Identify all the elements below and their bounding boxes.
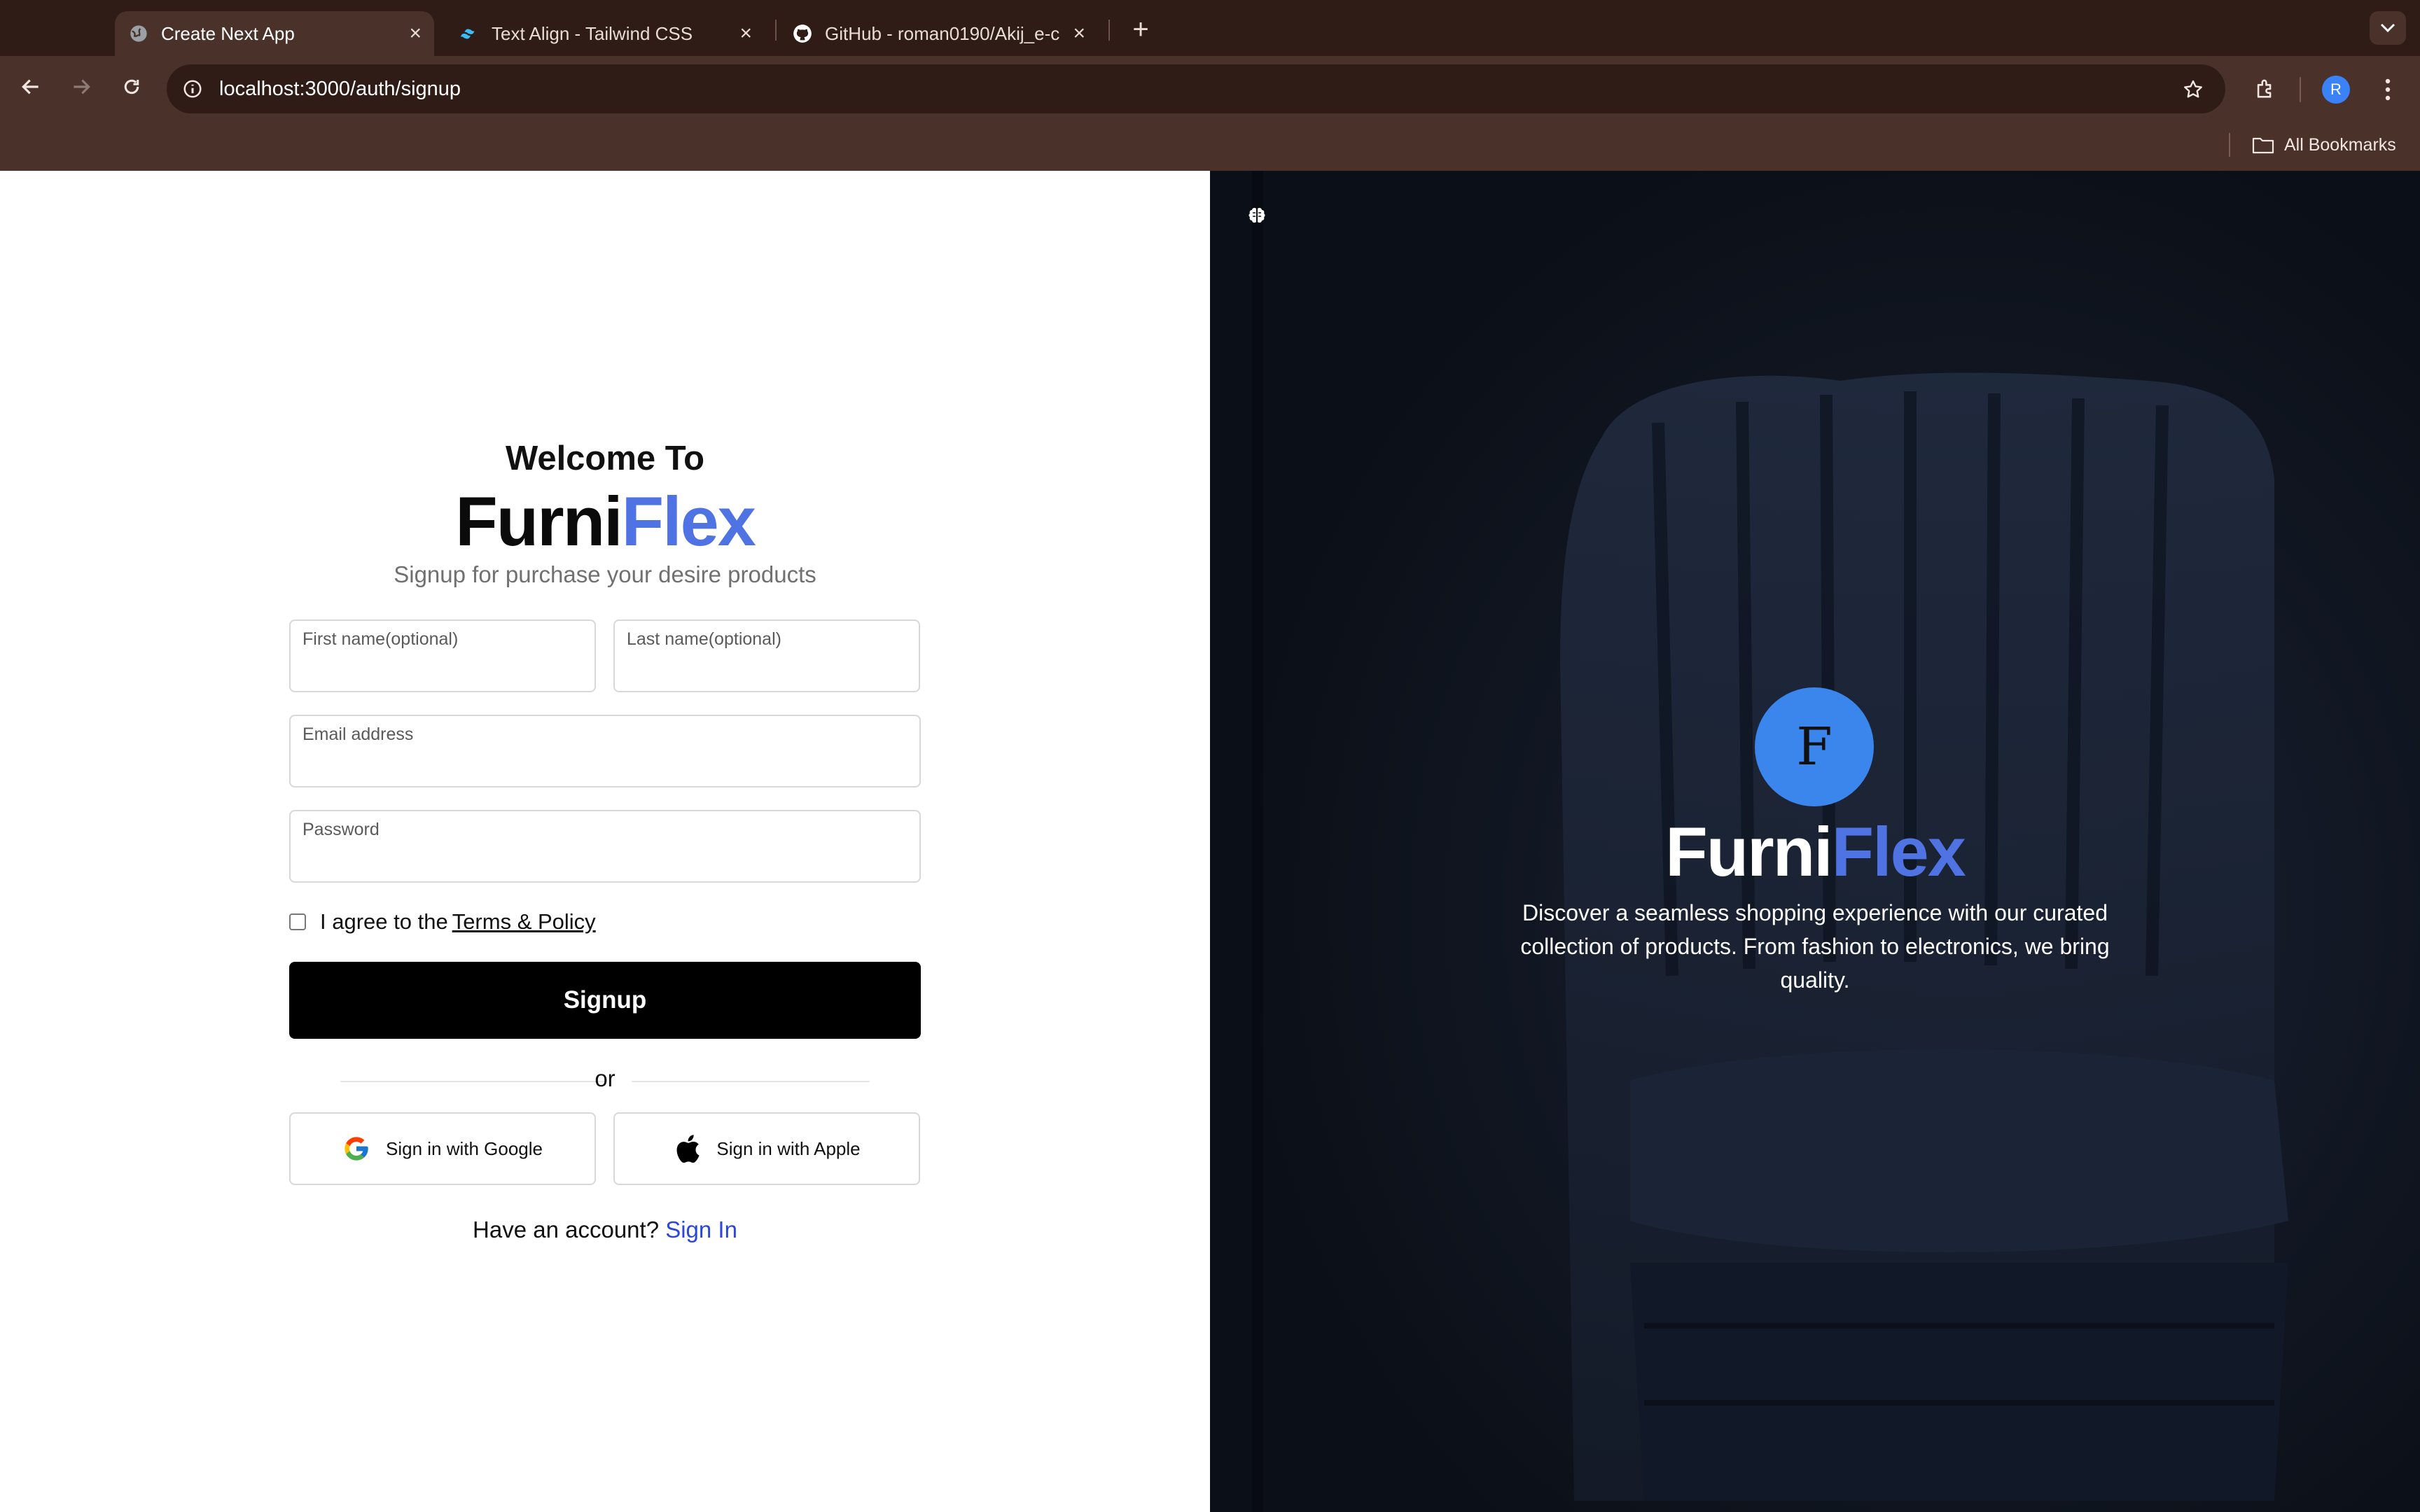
brand-part-flex: Flex (621, 482, 756, 560)
tab-tailwind[interactable]: Text Align - Tailwind CSS × (445, 11, 765, 56)
signup-panel: Welcome To FurniFlex Signup for purchase… (0, 171, 1210, 1512)
all-bookmarks-button[interactable]: All Bookmarks (2252, 130, 2396, 160)
tab-title: Create Next App (161, 22, 295, 44)
signup-button[interactable]: Signup (289, 962, 921, 1039)
globe-icon (129, 24, 148, 43)
first-name-input[interactable] (301, 656, 584, 685)
tab-search-button[interactable] (2370, 11, 2406, 45)
password-field[interactable]: Password (289, 810, 921, 883)
close-tab-icon[interactable]: × (409, 22, 422, 46)
address-bar[interactable] (167, 64, 2225, 113)
tab-title: Text Align - Tailwind CSS (492, 22, 693, 44)
tailwind-icon (459, 24, 479, 43)
apple-signin-button[interactable]: Sign in with Apple (613, 1112, 920, 1185)
toolbar-divider (2300, 77, 2301, 102)
hero-brand-part-furni: Furni (1665, 813, 1833, 890)
last-name-field[interactable]: Last name(optional) (613, 620, 920, 692)
signin-link[interactable]: Sign In (665, 1217, 737, 1242)
bookmarks-bar (0, 118, 2420, 171)
reload-icon (124, 79, 139, 94)
tab-github[interactable]: GitHub - roman0190/Akij_e-c × (779, 11, 1098, 56)
arrow-right-icon (74, 79, 90, 94)
signin-prompt: Have an account? Sign In (0, 1217, 1210, 1243)
github-icon (793, 24, 812, 43)
or-separator: or (594, 1065, 616, 1091)
google-icon (342, 1135, 370, 1163)
welcome-heading: Welcome To (505, 440, 705, 477)
extensions-icon[interactable] (2248, 71, 2283, 106)
site-info-icon[interactable] (179, 76, 206, 102)
apple-signin-label: Sign in with Apple (716, 1138, 861, 1159)
folder-icon (2252, 137, 2274, 154)
url-text[interactable]: localhost:3000/auth/signup (219, 73, 461, 105)
first-name-field[interactable]: First name(optional) (289, 620, 596, 692)
new-tab-button[interactable]: + (1123, 14, 1158, 45)
have-account-text: Have an account? (473, 1217, 660, 1242)
terms-checkbox[interactable] (289, 913, 306, 930)
terms-agreement: I agree to the Terms & Policy (289, 908, 596, 936)
first-name-label: First name(optional) (302, 629, 459, 649)
forward-button[interactable] (64, 70, 98, 104)
hero-brand-title: FurniFlex (1210, 817, 2420, 886)
password-label: Password (302, 820, 380, 839)
back-button[interactable] (14, 70, 48, 104)
reload-button[interactable] (115, 70, 148, 104)
google-signin-button[interactable]: Sign in with Google (289, 1112, 596, 1185)
email-input[interactable] (301, 751, 909, 780)
arrow-left-icon (22, 79, 39, 94)
theme-toggle-button[interactable] (1239, 199, 1274, 234)
google-signin-label: Sign in with Google (385, 1138, 543, 1159)
profile-avatar[interactable]: R (2322, 76, 2350, 104)
brand-logo-circle: F (1755, 687, 1874, 806)
tab-title: GitHub - roman0190/Akij_e-c (825, 22, 1060, 44)
terms-link[interactable]: Terms & Policy (452, 909, 596, 934)
brand-title: FurniFlex (0, 486, 1210, 556)
email-label: Email address (302, 724, 414, 744)
browser-menu-icon[interactable] (2374, 73, 2402, 106)
tab-create-next-app[interactable]: Create Next App × (115, 11, 434, 56)
tab-divider (1108, 20, 1110, 41)
hero-description: Discover a seamless shopping experience … (1520, 900, 2110, 993)
bookmark-star-icon[interactable] (2176, 73, 2210, 106)
hero-brand-part-flex: Flex (1831, 813, 1966, 890)
all-bookmarks-label: All Bookmarks (2284, 134, 2396, 155)
tab-divider (775, 20, 777, 41)
last-name-label: Last name(optional) (627, 629, 781, 649)
signup-tagline: Signup for purchase your desire products (394, 561, 816, 587)
brain-icon (1249, 207, 1265, 223)
agree-text: I agree to the (320, 909, 448, 934)
apple-icon (673, 1133, 701, 1165)
password-input[interactable] (301, 846, 909, 876)
chevron-down-icon (2380, 23, 2395, 33)
close-tab-icon[interactable]: × (1073, 22, 1085, 46)
close-tab-icon[interactable]: × (739, 22, 752, 46)
last-name-input[interactable] (625, 656, 908, 685)
brand-part-furni: Furni (455, 482, 623, 560)
email-field[interactable]: Email address (289, 715, 921, 788)
bookmarks-divider (2229, 133, 2230, 157)
